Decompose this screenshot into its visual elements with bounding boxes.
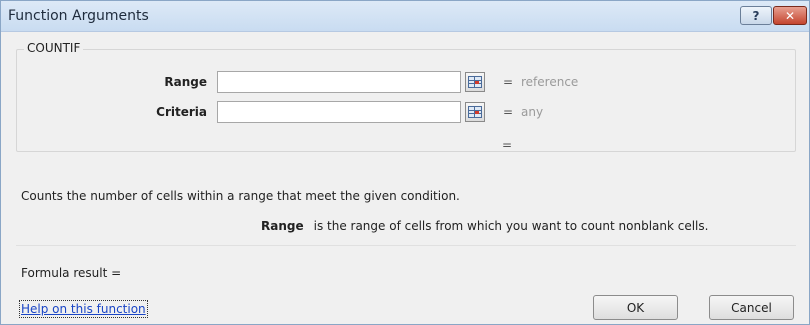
collapse-dialog-icon (468, 76, 482, 88)
separator (16, 245, 796, 246)
criteria-equals: = (503, 105, 514, 119)
function-description: Counts the number of cells within a rang… (21, 189, 460, 203)
argument-description: Range is the range of cells from which yo… (261, 219, 708, 233)
overall-result-equals: = (502, 138, 513, 152)
ok-button[interactable]: OK (593, 295, 678, 320)
help-button[interactable]: ? (740, 6, 772, 25)
range-collapse-button[interactable] (465, 72, 485, 92)
collapse-dialog-icon (468, 106, 482, 118)
title-bar[interactable]: Function Arguments ? ✕ (1, 1, 809, 32)
formula-result: Formula result = (21, 266, 122, 280)
criteria-result-hint: any (521, 105, 544, 119)
range-label: Range (164, 75, 207, 89)
criteria-input[interactable] (217, 101, 461, 123)
argument-help-text: is the range of cells from which you wan… (313, 219, 709, 233)
range-input[interactable] (217, 71, 461, 93)
function-arguments-dialog: Function Arguments ? ✕ COUNTIF Range = r… (0, 0, 810, 325)
arguments-group: COUNTIF Range = reference Criteria = any (16, 41, 796, 152)
function-name: COUNTIF (24, 41, 84, 55)
close-button[interactable]: ✕ (773, 6, 807, 25)
help-on-function-link[interactable]: Help on this function (19, 300, 148, 318)
range-result-hint: reference (521, 75, 579, 89)
range-equals: = (503, 75, 514, 89)
criteria-collapse-button[interactable] (465, 102, 485, 122)
argument-name: Range (261, 219, 304, 233)
criteria-label: Criteria (156, 105, 207, 119)
cancel-button[interactable]: Cancel (709, 295, 794, 320)
close-icon: ✕ (784, 8, 796, 23)
dialog-body: COUNTIF Range = reference Criteria = any… (1, 32, 809, 324)
question-icon: ? (752, 8, 760, 23)
dialog-title: Function Arguments (8, 8, 149, 24)
